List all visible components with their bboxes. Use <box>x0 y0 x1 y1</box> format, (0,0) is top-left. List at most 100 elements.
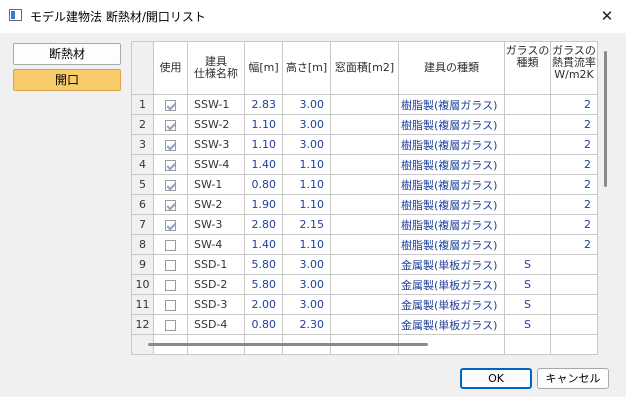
use-checkbox[interactable] <box>165 119 176 131</box>
ok-button[interactable]: OK <box>460 368 532 389</box>
sidebar-item-insulation[interactable]: 断熱材 <box>13 43 121 65</box>
width-cell[interactable]: 1.10 <box>244 134 283 155</box>
glass-u-value-cell[interactable] <box>550 314 598 335</box>
table-row[interactable]: 1 SSW-1 2.83 3.00 樹脂製(複層ガラス) 2 <box>131 94 598 115</box>
cancel-button[interactable]: キャンセル <box>537 368 609 389</box>
spec-name-cell[interactable]: SSD-1 <box>187 254 245 275</box>
glass-type-cell[interactable] <box>504 234 551 255</box>
glass-type-cell[interactable] <box>504 174 551 195</box>
window-area-cell[interactable] <box>330 234 399 255</box>
spec-name-cell[interactable]: SSW-1 <box>187 94 245 115</box>
window-area-cell[interactable] <box>330 174 399 195</box>
table-row[interactable]: 3 SSW-3 1.10 3.00 樹脂製(複層ガラス) 2 <box>131 134 598 155</box>
spec-name-cell[interactable]: SSD-3 <box>187 294 245 315</box>
width-cell[interactable]: 5.80 <box>244 274 283 295</box>
glass-u-value-cell[interactable]: 2 <box>550 134 598 155</box>
height-cell[interactable]: 2.30 <box>282 314 331 335</box>
table-row[interactable]: 9 SSD-1 5.80 3.00 金属製(単板ガラス) S <box>131 254 598 275</box>
spec-name-cell[interactable]: SW-4 <box>187 234 245 255</box>
width-cell[interactable]: 0.80 <box>244 174 283 195</box>
spec-name-cell[interactable]: SSW-3 <box>187 134 245 155</box>
glass-u-value-cell[interactable]: 2 <box>550 154 598 175</box>
fitting-kind-cell[interactable]: 樹脂製(複層ガラス) <box>398 194 505 215</box>
width-cell[interactable]: 1.10 <box>244 114 283 135</box>
spec-name-cell[interactable]: SW-3 <box>187 214 245 235</box>
window-area-cell[interactable] <box>330 134 399 155</box>
glass-type-cell[interactable] <box>504 214 551 235</box>
use-checkbox[interactable] <box>165 259 176 271</box>
glass-u-value-cell[interactable] <box>550 254 598 275</box>
use-checkbox[interactable] <box>165 199 176 211</box>
width-cell[interactable]: 0.80 <box>244 314 283 335</box>
fitting-kind-cell[interactable]: 樹脂製(複層ガラス) <box>398 214 505 235</box>
window-area-cell[interactable] <box>330 194 399 215</box>
spec-name-cell[interactable]: SSW-4 <box>187 154 245 175</box>
glass-u-value-cell[interactable]: 2 <box>550 114 598 135</box>
use-checkbox[interactable] <box>165 319 176 331</box>
use-checkbox[interactable] <box>165 139 176 151</box>
width-cell[interactable]: 5.80 <box>244 254 283 275</box>
col-header-spec-name[interactable]: 建具 仕様名称 <box>187 41 245 95</box>
col-header-glass-u-value[interactable]: ガラスの 熱貫流率 W/m2K <box>550 41 598 95</box>
spec-name-cell[interactable]: SSD-4 <box>187 314 245 335</box>
glass-type-cell[interactable] <box>504 94 551 115</box>
width-cell[interactable]: 2.00 <box>244 294 283 315</box>
spec-name-cell[interactable]: SSW-2 <box>187 114 245 135</box>
window-area-cell[interactable] <box>330 94 399 115</box>
glass-u-value-cell[interactable]: 2 <box>550 174 598 195</box>
fitting-kind-cell[interactable]: 樹脂製(複層ガラス) <box>398 94 505 115</box>
height-cell[interactable]: 1.10 <box>282 174 331 195</box>
use-checkbox[interactable] <box>165 99 176 111</box>
glass-u-value-cell[interactable] <box>550 274 598 295</box>
table-row[interactable]: 10 SSD-2 5.80 3.00 金属製(単板ガラス) S <box>131 274 598 295</box>
height-cell[interactable]: 1.10 <box>282 194 331 215</box>
fitting-kind-cell[interactable]: 金属製(単板ガラス) <box>398 254 505 275</box>
width-cell[interactable]: 1.40 <box>244 234 283 255</box>
spec-name-cell[interactable]: SSD-2 <box>187 274 245 295</box>
height-cell[interactable]: 1.10 <box>282 234 331 255</box>
glass-u-value-cell[interactable] <box>550 294 598 315</box>
use-checkbox[interactable] <box>165 279 176 291</box>
height-cell[interactable]: 3.00 <box>282 294 331 315</box>
glass-type-cell[interactable]: S <box>504 254 551 275</box>
window-area-cell[interactable] <box>330 274 399 295</box>
glass-type-cell[interactable]: S <box>504 274 551 295</box>
table-row[interactable]: 12 SSD-4 0.80 2.30 金属製(単板ガラス) S <box>131 314 598 335</box>
use-checkbox[interactable] <box>165 239 176 251</box>
glass-u-value-cell[interactable]: 2 <box>550 94 598 115</box>
window-area-cell[interactable] <box>330 114 399 135</box>
window-area-cell[interactable] <box>330 154 399 175</box>
glass-type-cell[interactable]: S <box>504 314 551 335</box>
table-row[interactable]: 8 SW-4 1.40 1.10 樹脂製(複層ガラス) 2 <box>131 234 598 255</box>
fitting-kind-cell[interactable]: 金属製(単板ガラス) <box>398 314 505 335</box>
width-cell[interactable]: 1.40 <box>244 154 283 175</box>
height-cell[interactable]: 1.10 <box>282 154 331 175</box>
glass-type-cell[interactable] <box>504 154 551 175</box>
col-header-height[interactable]: 高さ[m] <box>282 41 331 95</box>
window-area-cell[interactable] <box>330 294 399 315</box>
table-row[interactable]: 11 SSD-3 2.00 3.00 金属製(単板ガラス) S <box>131 294 598 315</box>
col-header-window-area[interactable]: 窓面積[m2] <box>330 41 399 95</box>
height-cell[interactable]: 3.00 <box>282 274 331 295</box>
glass-u-value-cell[interactable]: 2 <box>550 214 598 235</box>
width-cell[interactable]: 2.83 <box>244 94 283 115</box>
spec-name-cell[interactable]: SW-2 <box>187 194 245 215</box>
fitting-kind-cell[interactable]: 金属製(単板ガラス) <box>398 294 505 315</box>
vertical-scrollbar[interactable] <box>604 51 607 187</box>
width-cell[interactable]: 1.90 <box>244 194 283 215</box>
use-checkbox[interactable] <box>165 179 176 191</box>
spec-name-cell[interactable]: SW-1 <box>187 174 245 195</box>
fitting-kind-cell[interactable]: 樹脂製(複層ガラス) <box>398 114 505 135</box>
fitting-kind-cell[interactable]: 樹脂製(複層ガラス) <box>398 234 505 255</box>
glass-type-cell[interactable] <box>504 134 551 155</box>
height-cell[interactable]: 3.00 <box>282 114 331 135</box>
glass-type-cell[interactable] <box>504 114 551 135</box>
table-row[interactable]: 6 SW-2 1.90 1.10 樹脂製(複層ガラス) 2 <box>131 194 598 215</box>
height-cell[interactable]: 2.15 <box>282 214 331 235</box>
fitting-kind-cell[interactable]: 金属製(単板ガラス) <box>398 274 505 295</box>
glass-type-cell[interactable] <box>504 194 551 215</box>
close-icon[interactable]: ✕ <box>594 4 620 28</box>
height-cell[interactable]: 3.00 <box>282 94 331 115</box>
fitting-kind-cell[interactable]: 樹脂製(複層ガラス) <box>398 174 505 195</box>
horizontal-scrollbar[interactable] <box>148 343 428 346</box>
